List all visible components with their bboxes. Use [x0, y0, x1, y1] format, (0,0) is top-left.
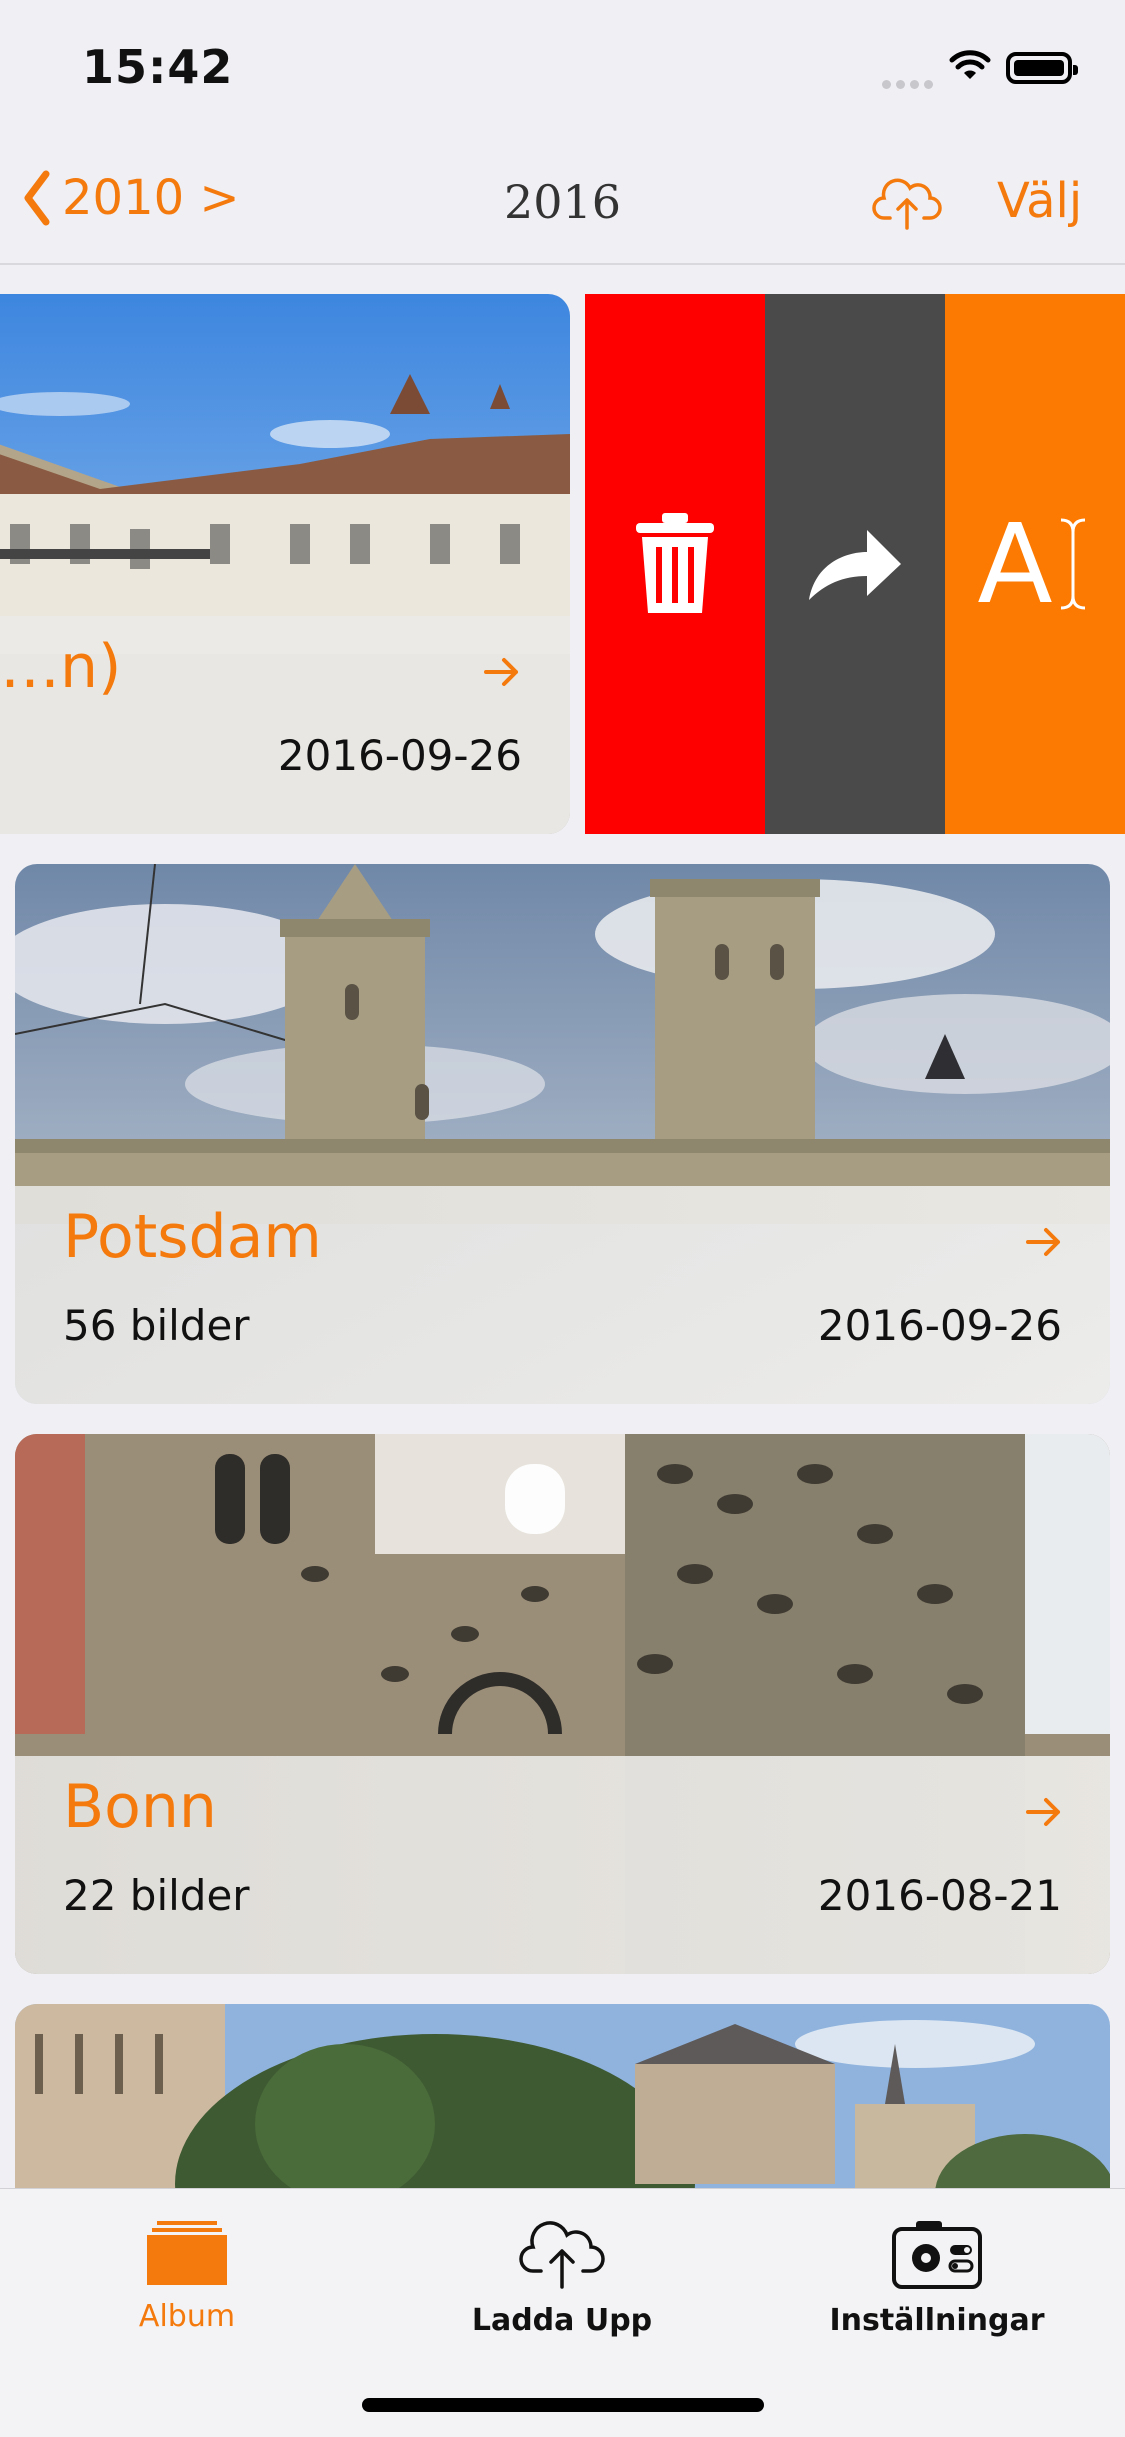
arrow-right-icon: [482, 652, 522, 696]
album-title: Potsdam: [63, 1202, 322, 1272]
tab-settings[interactable]: Inställningar: [787, 2219, 1087, 2338]
status-bar: 15:42: [0, 0, 1125, 140]
rename-label: A: [977, 500, 1053, 628]
trash-icon: [636, 513, 714, 613]
tab-album[interactable]: Album: [37, 2219, 337, 2334]
cloud-upload-icon[interactable]: [872, 172, 942, 236]
text-cursor-icon: [1060, 518, 1085, 610]
album-count: 56 bilder: [63, 1301, 250, 1350]
album-date: 2016-09-26: [277, 731, 522, 780]
battery-icon: [1006, 52, 1078, 84]
wifi-icon: [948, 48, 992, 86]
rename-button[interactable]: A: [945, 294, 1125, 834]
tab-album-label: Album: [138, 2299, 236, 2334]
album-date: 2016-08-21: [817, 1871, 1062, 1920]
settings-camera-icon: [892, 2221, 982, 2289]
home-indicator[interactable]: [362, 2398, 764, 2412]
navigation-bar: 2010 > 2016 Välj: [0, 140, 1125, 265]
album-stack-icon: [147, 2221, 227, 2285]
arrow-right-icon: [1024, 1792, 1064, 1836]
cloud-upload-icon: [519, 2221, 605, 2289]
album-info-panel: …n) 2016-09-26: [0, 616, 570, 834]
page-title: 2016: [503, 175, 622, 229]
cellular-signal-icon: [882, 74, 938, 93]
album-count: 22 bilder: [63, 1871, 250, 1920]
album-info-panel: Potsdam 56 bilder 2016-09-26: [15, 1186, 1110, 1404]
arrow-right-icon: [1024, 1222, 1064, 1266]
album-date: 2016-09-26: [817, 1301, 1062, 1350]
share-button[interactable]: [765, 294, 945, 834]
status-time: 15:42: [82, 40, 234, 94]
tab-settings-label: Inställningar: [829, 2303, 1045, 2338]
tab-upload[interactable]: Ladda Upp: [412, 2219, 712, 2338]
tab-upload-label: Ladda Upp: [471, 2303, 653, 2338]
select-button[interactable]: Välj: [997, 173, 1082, 229]
share-arrow-icon: [809, 530, 901, 600]
album-title: Bonn: [63, 1772, 217, 1842]
album-card[interactable]: Bonn 22 bilder 2016-08-21: [15, 1434, 1110, 1974]
swipe-actions: A: [585, 294, 1125, 834]
album-card[interactable]: …n) 2016-09-26: [0, 294, 570, 834]
album-card[interactable]: Potsdam 56 bilder 2016-09-26: [15, 864, 1110, 1404]
album-info-panel: Bonn 22 bilder 2016-08-21: [15, 1756, 1110, 1974]
album-title: …n): [0, 632, 122, 702]
delete-button[interactable]: [585, 294, 765, 834]
